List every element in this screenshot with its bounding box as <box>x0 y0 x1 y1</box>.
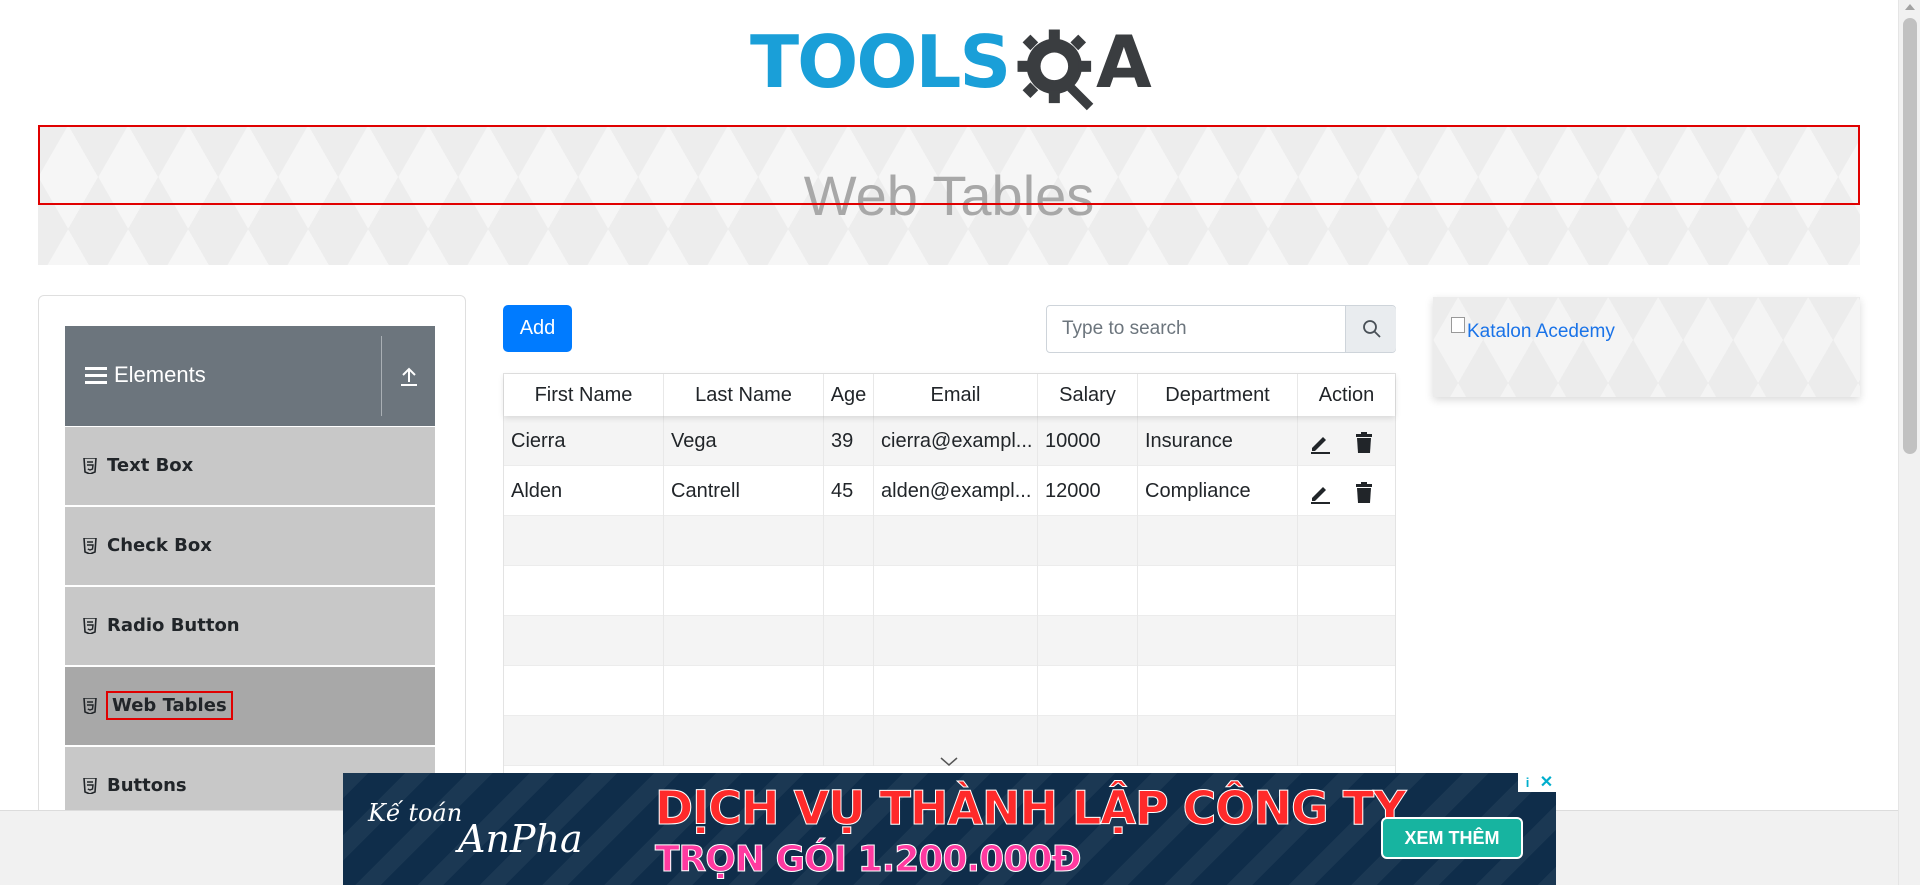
sidebar-item-label: Text Box <box>107 455 194 476</box>
column-header-email[interactable]: Email <box>874 374 1038 416</box>
cell-first-name: Cierra <box>504 416 664 466</box>
sidebar-item-check-box[interactable]: Check Box <box>65 507 435 586</box>
cell-action <box>1298 466 1395 516</box>
table-row-empty <box>504 566 1395 616</box>
ad-brand-line2: AnPha <box>458 817 583 861</box>
sidebar-item-label: Check Box <box>107 535 212 556</box>
column-header-last-name[interactable]: Last Name <box>664 374 824 416</box>
collapse-upload-icon[interactable] <box>398 366 420 388</box>
page-scrollbar[interactable] <box>1898 0 1920 885</box>
cell-age: 39 <box>824 416 874 466</box>
html5-icon <box>83 538 97 554</box>
search-input[interactable] <box>1047 306 1345 352</box>
cell-salary: 10000 <box>1038 416 1138 466</box>
search-button[interactable] <box>1345 306 1396 352</box>
katalon-ad-link[interactable]: Katalon Acedemy <box>1467 321 1615 343</box>
table-row-empty <box>504 666 1395 716</box>
sidebar-item-web-tables[interactable]: Web Tables <box>65 667 435 746</box>
column-header-age[interactable]: Age <box>824 374 874 416</box>
divider <box>381 336 382 416</box>
logo-text-tools: TOOLS <box>750 20 1011 104</box>
sidebar-item-text-box[interactable]: Text Box <box>65 427 435 506</box>
cell-salary: 12000 <box>1038 466 1138 516</box>
html5-icon <box>83 778 97 794</box>
cell-age: 45 <box>824 466 874 516</box>
delete-trash-icon[interactable] <box>1352 481 1376 505</box>
sidebar-item-label: Web Tables <box>106 691 233 720</box>
ad-info-icon[interactable]: i <box>1518 773 1537 792</box>
banner-highlight-box <box>38 125 1860 205</box>
katalon-ad-card: Katalon Acedemy <box>1433 297 1860 397</box>
cell-last-name: Vega <box>664 416 824 466</box>
sidebar-item-label: Radio Button <box>107 615 240 636</box>
elements-group-header[interactable]: Elements <box>65 326 435 426</box>
table-row: Cierra Vega 39 cierra@exampl... 10000 In… <box>504 416 1395 466</box>
search-box <box>1046 305 1396 353</box>
gear-magnifier-icon <box>1017 29 1094 111</box>
cell-email: alden@exampl... <box>874 466 1038 516</box>
table-row: Alden Cantrell 45 alden@exampl... 12000 … <box>504 466 1395 516</box>
scroll-up-icon[interactable] <box>1905 4 1915 10</box>
group-title: Elements <box>114 362 206 387</box>
cell-department: Insurance <box>1138 416 1298 466</box>
sidebar-item-label: Buttons <box>107 775 187 796</box>
column-header-first-name[interactable]: First Name <box>504 374 664 416</box>
scroll-thumb[interactable] <box>1903 18 1917 454</box>
page: TOOLS A Web Tables Elements Text Box Che… <box>0 0 1920 885</box>
edit-pencil-icon[interactable] <box>1308 481 1332 505</box>
ad-headline: DỊCH VỤ THÀNH LẬP CÔNG TY <box>655 781 1407 836</box>
add-button[interactable]: Add <box>503 305 572 352</box>
cell-last-name: Cantrell <box>664 466 824 516</box>
cell-action <box>1298 416 1395 466</box>
ad-cta-button[interactable]: XEM THÊM <box>1381 817 1523 859</box>
table-row-empty <box>504 516 1395 566</box>
ad-subline: TRỌN GÓI 1.200.000Đ <box>654 839 1081 881</box>
column-header-action: Action <box>1318 384 1375 406</box>
hamburger-icon <box>85 367 107 388</box>
toolsqa-logo[interactable]: TOOLS A <box>750 18 1160 114</box>
cell-first-name: Alden <box>504 466 664 516</box>
table-row-empty <box>504 616 1395 666</box>
delete-trash-icon[interactable] <box>1352 431 1376 455</box>
sidebar-item-radio-button[interactable]: Radio Button <box>65 587 435 666</box>
html5-icon <box>83 458 97 474</box>
broken-image-icon <box>1451 317 1465 333</box>
column-header-salary[interactable]: Salary <box>1038 374 1138 416</box>
cell-email: cierra@exampl... <box>874 416 1038 466</box>
chevron-down-icon <box>940 757 958 766</box>
column-header-department[interactable]: Department <box>1138 374 1298 416</box>
search-icon <box>1363 320 1381 338</box>
ad-close-icon[interactable]: ✕ <box>1537 773 1556 792</box>
html5-icon <box>83 618 97 634</box>
bottom-advertisement[interactable]: Kế toán AnPha DỊCH VỤ THÀNH LẬP CÔNG TY … <box>343 773 1556 885</box>
ad-brand-line1: Kế toán <box>368 799 463 827</box>
html5-icon <box>83 698 97 714</box>
edit-pencil-icon[interactable] <box>1308 431 1332 455</box>
logo-text-a: A <box>1096 20 1152 104</box>
cell-department: Compliance <box>1138 466 1298 516</box>
table-header: First Name Last Name Age Email Salary De… <box>504 374 1395 416</box>
